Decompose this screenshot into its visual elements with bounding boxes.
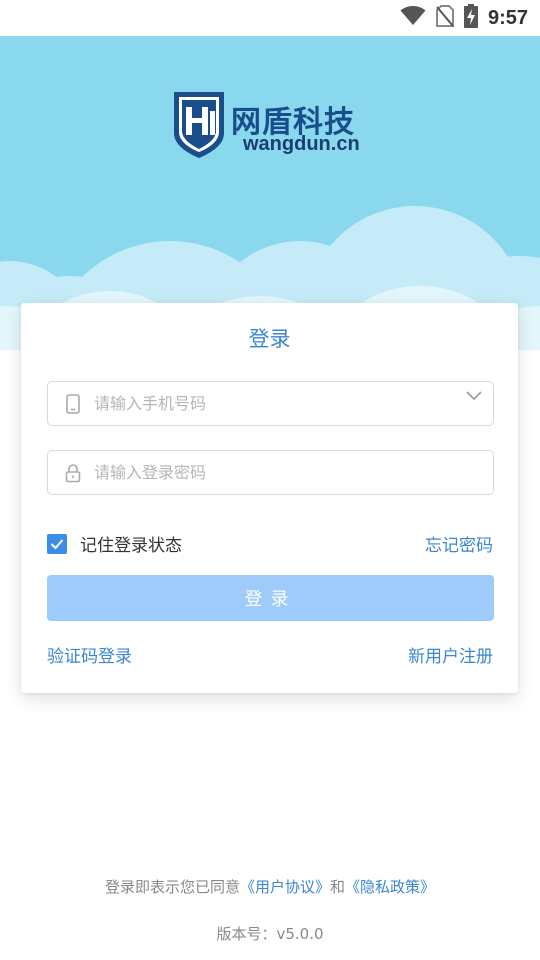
login-card: 登录 记住登录状态 忘记密码 登录 验证码登录 新用户注 bbox=[21, 303, 518, 693]
status-icons: 9:57 bbox=[400, 0, 528, 36]
agreement-text: 登录即表示您已同意《用户协议》和《隐私政策》 bbox=[0, 876, 540, 897]
phone-input[interactable] bbox=[94, 382, 454, 425]
remember-login-option[interactable]: 记住登录状态 bbox=[47, 531, 182, 556]
chevron-down-icon[interactable] bbox=[465, 388, 483, 407]
privacy-policy-link[interactable]: 《隐私政策》 bbox=[345, 878, 435, 896]
wifi-icon bbox=[400, 6, 426, 30]
forgot-password-link[interactable]: 忘记密码 bbox=[425, 531, 493, 556]
phone-icon bbox=[65, 394, 81, 418]
register-link[interactable]: 新用户注册 bbox=[408, 642, 493, 667]
no-sim-icon bbox=[435, 5, 454, 31]
version-label: 版本号：v5.0.0 bbox=[216, 925, 324, 943]
agreement-and: 和 bbox=[330, 878, 346, 896]
status-time: 9:57 bbox=[487, 6, 528, 29]
login-button[interactable]: 登录 bbox=[47, 575, 494, 621]
login-title: 登录 bbox=[248, 327, 291, 351]
user-agreement-link[interactable]: 《用户协议》 bbox=[240, 878, 330, 896]
lock-icon bbox=[65, 463, 81, 487]
password-input[interactable] bbox=[94, 451, 454, 494]
remember-checkbox[interactable] bbox=[47, 533, 67, 554]
status-bar: 9:57 bbox=[0, 0, 540, 36]
phone-field[interactable] bbox=[47, 381, 494, 426]
sms-code-login-link[interactable]: 验证码登录 bbox=[47, 642, 132, 667]
shield-logo-icon bbox=[174, 92, 224, 158]
agreement-prefix: 登录即表示您已同意 bbox=[104, 878, 240, 896]
remember-label: 记住登录状态 bbox=[80, 536, 182, 556]
brand-logo: 网盾科技 wangdun.cn bbox=[171, 89, 371, 161]
brand-name-en: wangdun.cn bbox=[243, 133, 360, 155]
password-field[interactable] bbox=[47, 450, 494, 495]
battery-charging-icon bbox=[463, 4, 478, 32]
